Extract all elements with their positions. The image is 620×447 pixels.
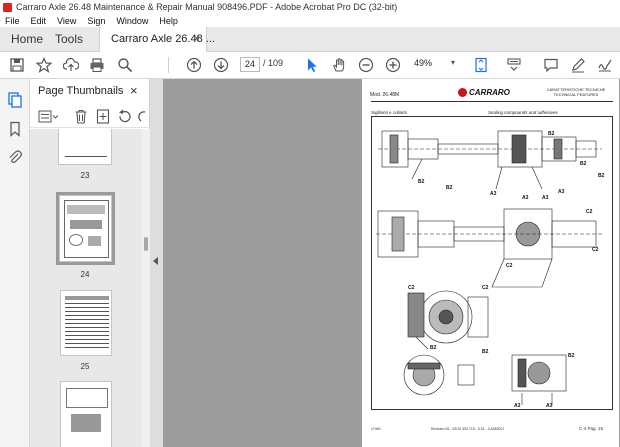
toolbar: 24 / 109 49% ▾: [0, 52, 620, 79]
header-divider: [371, 101, 613, 102]
thumbnail-options-icon[interactable]: [38, 110, 60, 124]
callout-label: B2: [482, 349, 489, 355]
rotate-right-icon[interactable]: [137, 109, 147, 124]
pdf-page: Mod. 26.48M CARRARO CARATTERISTICHE TECN…: [362, 79, 619, 447]
zoom-dropdown-chevron[interactable]: ▾: [451, 58, 455, 67]
search-icon[interactable]: [116, 56, 134, 74]
callout-label: A3: [558, 189, 565, 195]
tab-tools[interactable]: Tools: [55, 27, 83, 52]
zoom-in-icon[interactable]: [384, 56, 402, 74]
callout-label: B2: [568, 353, 575, 359]
collapse-panel-icon[interactable]: [153, 257, 158, 265]
callout-label: C2: [506, 263, 513, 269]
carraro-logo-icon: [458, 88, 467, 97]
callout-label: A3: [514, 403, 521, 409]
panel-title: Page Thumbnails: [38, 85, 124, 97]
menu-window[interactable]: Window: [116, 16, 148, 26]
thumbnail-label: 25: [80, 362, 90, 371]
callout-label: C2: [482, 285, 489, 291]
print-icon[interactable]: [88, 56, 106, 74]
page-count: / 109: [263, 58, 284, 68]
callout-label: A3: [546, 403, 553, 409]
tab-bar: Home Tools Carraro Axle 26.48 ... ×: [0, 27, 620, 53]
footer-page-number: C-4 Pag. 15: [579, 426, 604, 431]
comment-icon[interactable]: [542, 56, 560, 74]
zoom-level-input[interactable]: 49%: [414, 58, 432, 68]
page-header-right: CARATTERISTICHE TECNICHE TECHNICAL FEATU…: [540, 87, 612, 97]
callout-label: B2: [446, 185, 453, 191]
select-arrow-icon[interactable]: [303, 56, 321, 74]
tab-close-button[interactable]: ×: [194, 27, 200, 52]
panel-toolbar: [30, 106, 150, 128]
thumbnails-icon[interactable]: [7, 92, 23, 108]
bookmarks-icon[interactable]: [7, 121, 23, 137]
hand-icon[interactable]: [330, 56, 348, 74]
toolbar-divider: [168, 57, 169, 73]
rotate-left-icon[interactable]: [117, 109, 131, 124]
sign-icon[interactable]: [596, 56, 614, 74]
thumbnail-label: 23: [80, 171, 90, 180]
carraro-logo-text: CARRARO: [469, 88, 510, 97]
callout-label: C2: [408, 285, 415, 291]
tab-document[interactable]: Carraro Axle 26.48 ... ×: [99, 27, 215, 53]
page-down-icon[interactable]: [212, 56, 230, 74]
attachments-icon[interactable]: [7, 149, 23, 165]
callout-label: A3: [490, 191, 497, 197]
callout-label: B2: [430, 345, 437, 351]
bookmark-star-icon[interactable]: [35, 56, 53, 74]
thumbnail-page[interactable]: [58, 129, 112, 165]
menu-file[interactable]: File: [5, 16, 20, 26]
callout-label: A3: [542, 195, 549, 201]
callout-label: B2: [548, 131, 555, 137]
page-header-left: Mod. 26.48M: [370, 92, 400, 98]
axle-technical-drawing: B2 B2 B2 B2 B2 A3 A3 A3 A3 C2 C2 C2 C2 C…: [376, 130, 605, 409]
trash-icon[interactable]: [74, 109, 88, 124]
window-title: Carraro Axle 26.48 Maintenance & Repair …: [16, 2, 398, 12]
thumbnails-panel: Page Thumbnails × 23 24 25: [30, 79, 150, 447]
footer-middle: Revision 06 - 03/10 303.715 - 0.01 - CA3…: [431, 427, 505, 431]
pen-icon[interactable]: [569, 56, 587, 74]
insert-page-icon[interactable]: [96, 109, 110, 124]
section-title-english: Sealing compounds and adhesives: [488, 110, 558, 115]
thumbnail-page[interactable]: [60, 290, 112, 356]
thumbnail-page[interactable]: [60, 381, 112, 447]
panel-splitter[interactable]: [150, 79, 163, 447]
document-viewer[interactable]: Mod. 26.48M CARRARO CARATTERISTICHE TECN…: [163, 79, 620, 447]
save-icon[interactable]: [8, 56, 26, 74]
callout-label: C2: [592, 247, 599, 253]
footer-left: c7460: [371, 427, 381, 431]
scrollbar-thumb[interactable]: [144, 237, 148, 251]
page-up-icon[interactable]: [185, 56, 203, 74]
header-right-line-2: TECHNICAL FEATURES: [553, 92, 599, 97]
thumbnail-page-selected[interactable]: [56, 192, 115, 265]
scroll-mode-icon[interactable]: [505, 56, 523, 74]
thumbnail-list: 23 24 25: [30, 129, 142, 447]
section-title-italian: Sigillanti e collanti: [371, 110, 407, 115]
menu-sign[interactable]: Sign: [87, 16, 105, 26]
thumbnails-scrollbar[interactable]: [142, 129, 150, 447]
callout-label: B2: [598, 173, 605, 179]
thumbnail-label: 24: [80, 270, 90, 279]
callout-label: B2: [580, 161, 587, 167]
menu-bar: File Edit View Sign Window Help: [0, 14, 620, 27]
menu-view[interactable]: View: [57, 16, 76, 26]
carraro-logo: CARRARO: [458, 88, 510, 97]
callout-label: B2: [418, 179, 425, 185]
fit-page-icon[interactable]: [472, 56, 490, 74]
zoom-out-icon[interactable]: [357, 56, 375, 74]
tab-home[interactable]: Home: [11, 27, 43, 52]
title-bar: Carraro Axle 26.48 Maintenance & Repair …: [0, 0, 620, 14]
upload-icon[interactable]: [62, 56, 80, 74]
callout-label: A3: [522, 195, 529, 201]
left-rail: [0, 79, 30, 447]
drawing-frame: B2 B2 B2 B2 B2 A3 A3 A3 A3 C2 C2 C2 C2 C…: [371, 116, 613, 410]
callout-label: C2: [586, 209, 593, 215]
acrobat-logo-icon: [3, 2, 12, 12]
menu-help[interactable]: Help: [159, 16, 178, 26]
menu-edit[interactable]: Edit: [31, 16, 47, 26]
page-number-input[interactable]: 24: [240, 57, 260, 72]
panel-close-button[interactable]: ×: [130, 83, 138, 98]
